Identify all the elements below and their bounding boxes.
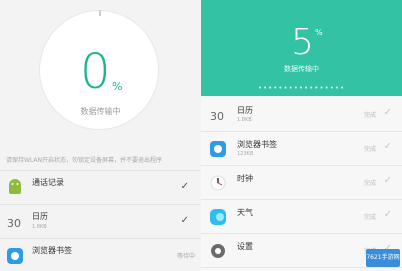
- item-title: 日历: [32, 212, 48, 221]
- transfer-list-right: 30 日历 1.8KB 完成 ✓ 浏览器书签 123KB 完成 ✓ 时钟 完成 …: [201, 98, 402, 268]
- progress-percent: 0: [80, 44, 111, 100]
- item-title: 时钟: [237, 174, 253, 183]
- item-size: 1.8KB: [237, 117, 252, 123]
- list-item[interactable]: 30 日历 1.8KB 完成 ✓: [201, 98, 402, 132]
- svg-text:30: 30: [7, 217, 21, 230]
- site-watermark: 7621手游网: [366, 249, 400, 267]
- check-icon: ✓: [383, 141, 392, 152]
- progress-gauge: 0 % 数据传输中: [0, 0, 201, 145]
- progress-unit: %: [112, 80, 123, 93]
- item-title: 设置: [237, 242, 253, 251]
- item-title: 浏览器书签: [32, 246, 72, 255]
- list-item[interactable]: 天气 完成 ✓: [201, 200, 402, 234]
- item-title: 浏览器书签: [237, 140, 277, 149]
- check-icon: ✓: [383, 209, 392, 220]
- settings-icon: [209, 242, 227, 260]
- check-icon: ✓: [383, 107, 392, 118]
- item-title: 天气: [237, 208, 253, 217]
- list-item[interactable]: 30 日历 1.8KB ✓: [0, 204, 201, 238]
- item-status: 完成: [363, 112, 376, 119]
- item-size: 1.8KB: [32, 224, 47, 230]
- list-item[interactable]: 浏览器书签 123KB 完成 ✓: [201, 132, 402, 166]
- calendar-icon: 30: [6, 213, 24, 231]
- check-icon: ✓: [180, 215, 189, 226]
- migration-screen: 0 % 数据传输中 请保持WLAN开启状态，勿锁定设备屏幕，并不要退出程序 通话…: [0, 0, 402, 271]
- check-icon: ✓: [180, 181, 189, 192]
- android-icon: [6, 179, 24, 197]
- progress-caption: 数据传输中: [80, 107, 121, 116]
- progress-caption: 数据传输中: [284, 65, 319, 73]
- progress-header: 5 % 数据传输中 •••••••••••••••••: [201, 0, 402, 96]
- browser-icon: [6, 247, 24, 265]
- item-status: 完成: [363, 214, 376, 221]
- item-status: 等待中: [176, 253, 195, 260]
- transfer-list-left: 通话记录 ✓ 30 日历 1.8KB ✓ 浏览器书签 等待中: [0, 170, 201, 271]
- right-panel: 5 % 数据传输中 ••••••••••••••••• 30 日历 1.8KB …: [201, 0, 402, 271]
- tip-text: 请保持WLAN开启状态，勿锁定设备屏幕，并不要退出程序: [6, 157, 163, 164]
- progress-unit: %: [315, 28, 323, 37]
- item-status: 完成: [363, 146, 376, 153]
- gauge-tick: [99, 10, 101, 16]
- left-panel: 0 % 数据传输中 请保持WLAN开启状态，勿锁定设备屏幕，并不要退出程序 通话…: [0, 0, 201, 271]
- progress-value: 5: [291, 22, 314, 63]
- list-item[interactable]: 时钟 完成 ✓: [201, 166, 402, 200]
- item-title: 日历: [237, 106, 253, 115]
- svg-text:30: 30: [210, 110, 224, 123]
- clock-icon: [209, 174, 227, 192]
- list-item[interactable]: 浏览器书签 等待中: [0, 238, 201, 271]
- item-title: 通话记录: [32, 178, 64, 187]
- progress-dots: •••••••••••••••••: [257, 84, 346, 92]
- list-item[interactable]: 通话记录 ✓: [0, 170, 201, 204]
- item-size: 123KB: [237, 151, 254, 157]
- calendar-icon: 30: [209, 106, 227, 124]
- weather-icon: [209, 208, 227, 226]
- check-icon: ✓: [383, 175, 392, 186]
- browser-icon: [209, 140, 227, 158]
- item-status: 完成: [363, 180, 376, 187]
